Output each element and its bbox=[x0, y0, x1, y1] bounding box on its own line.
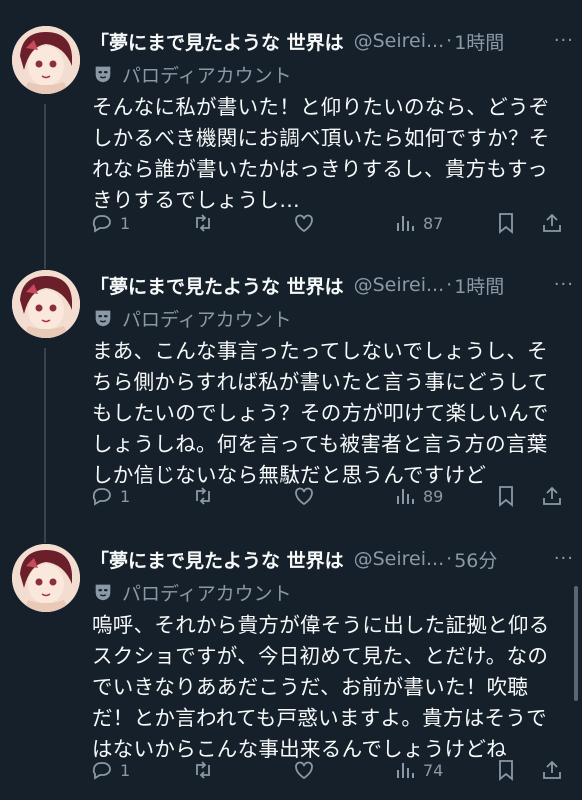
views-icon bbox=[397, 216, 414, 231]
retweet-icon bbox=[196, 761, 210, 779]
parody-label: パロディアカウント bbox=[92, 60, 292, 88]
separator: · bbox=[446, 548, 453, 570]
like-button[interactable] bbox=[292, 211, 316, 235]
view-count: 87 bbox=[423, 213, 444, 233]
bookmark-icon bbox=[499, 486, 513, 507]
retweet-icon bbox=[196, 487, 210, 505]
heart-icon bbox=[295, 214, 313, 233]
tweet-text: そんなに私が書いた！と仰りたいのなら、どうぞしかるべき機関にお調べ頂いたら如何で… bbox=[92, 95, 550, 212]
avatar[interactable] bbox=[12, 544, 80, 612]
share-icon bbox=[543, 760, 561, 779]
separator: · bbox=[446, 30, 453, 52]
tweet-text: まあ、こんな事言ったってしないでしょうし、そちら側からすれば私が書いたと言う事に… bbox=[92, 339, 549, 487]
bookmark-button[interactable] bbox=[494, 758, 518, 782]
share-button[interactable] bbox=[540, 211, 564, 235]
action-bar: 1 89 bbox=[90, 482, 568, 510]
reply-icon bbox=[92, 215, 111, 233]
parody-label: パロディアカウント bbox=[92, 578, 292, 606]
timestamp[interactable]: 1時間 bbox=[454, 28, 504, 55]
tweet-header: 「夢にまで見たような 世界は @Seirei... · 56分 bbox=[90, 544, 568, 574]
handle[interactable]: @Seirei... bbox=[354, 30, 445, 52]
view-count: 89 bbox=[423, 486, 444, 506]
bookmark-icon bbox=[499, 760, 513, 781]
tweet-text: 嗚呼、それから貴方が偉そうに出した証拠と仰るスクショですが、今日初めて見た、とだ… bbox=[92, 613, 550, 761]
bookmark-icon bbox=[499, 213, 513, 234]
action-bar: 1 87 bbox=[90, 209, 568, 237]
reply-button[interactable]: 1 bbox=[90, 484, 130, 508]
parody-label-text: パロディアカウント bbox=[122, 308, 292, 331]
share-icon bbox=[543, 486, 561, 505]
reply-icon bbox=[92, 762, 111, 780]
retweet-button[interactable] bbox=[191, 758, 215, 782]
timestamp[interactable]: 56分 bbox=[454, 546, 497, 573]
like-button[interactable] bbox=[292, 758, 316, 782]
like-button[interactable] bbox=[292, 484, 316, 508]
tweet[interactable]: 「夢にまで見たような 世界は @Seirei... · 1時間 ··· パロディ… bbox=[0, 266, 582, 526]
timestamp[interactable]: 1時間 bbox=[454, 272, 504, 299]
views-button[interactable]: 87 bbox=[393, 211, 443, 235]
tweet[interactable]: 「夢にまで見たような 世界は @Seirei... · 56分 ··· パロディ… bbox=[0, 540, 582, 800]
parody-label-text: パロディアカウント bbox=[122, 582, 292, 605]
share-button[interactable] bbox=[540, 758, 564, 782]
parody-label: パロディアカウント bbox=[92, 304, 292, 332]
retweet-icon bbox=[196, 214, 210, 232]
mask-icon bbox=[95, 584, 111, 601]
more-icon[interactable]: ··· bbox=[554, 548, 574, 569]
reply-count: 1 bbox=[120, 486, 131, 506]
reply-icon bbox=[92, 488, 111, 506]
view-count: 74 bbox=[423, 760, 444, 780]
avatar[interactable] bbox=[12, 26, 80, 94]
views-button[interactable]: 74 bbox=[393, 758, 443, 782]
reply-button[interactable]: 1 bbox=[90, 758, 130, 782]
heart-icon bbox=[295, 761, 313, 780]
bookmark-button[interactable] bbox=[494, 211, 518, 235]
views-button[interactable]: 89 bbox=[393, 484, 443, 508]
display-name[interactable]: 「夢にまで見たような 世界は bbox=[90, 28, 344, 55]
mask-icon bbox=[95, 310, 111, 327]
display-name[interactable]: 「夢にまで見たような 世界は bbox=[90, 546, 344, 573]
views-icon bbox=[397, 489, 414, 504]
separator: · bbox=[446, 274, 453, 296]
avatar[interactable] bbox=[12, 270, 80, 338]
tweet-header: 「夢にまで見たような 世界は @Seirei... · 1時間 bbox=[90, 270, 568, 300]
more-icon[interactable]: ··· bbox=[554, 30, 574, 51]
retweet-button[interactable] bbox=[191, 211, 215, 235]
mask-icon bbox=[95, 66, 111, 83]
bookmark-button[interactable] bbox=[494, 484, 518, 508]
parody-label-text: パロディアカウント bbox=[122, 64, 292, 87]
tweet-header: 「夢にまで見たような 世界は @Seirei... · 1時間 bbox=[90, 26, 568, 56]
tweet[interactable]: 「夢にまで見たような 世界は @Seirei... · 1時間 ··· パロディ… bbox=[0, 22, 582, 252]
share-button[interactable] bbox=[540, 484, 564, 508]
handle[interactable]: @Seirei... bbox=[354, 548, 445, 570]
display-name[interactable]: 「夢にまで見たような 世界は bbox=[90, 272, 344, 299]
retweet-button[interactable] bbox=[191, 484, 215, 508]
reply-count: 1 bbox=[120, 760, 131, 780]
more-icon[interactable]: ··· bbox=[554, 274, 574, 295]
action-bar: 1 74 bbox=[90, 756, 568, 784]
reply-button[interactable]: 1 bbox=[90, 211, 130, 235]
handle[interactable]: @Seirei... bbox=[354, 274, 445, 296]
views-icon bbox=[397, 763, 414, 778]
heart-icon bbox=[295, 487, 313, 506]
share-icon bbox=[543, 213, 561, 232]
scrollbar[interactable] bbox=[574, 586, 578, 701]
reply-count: 1 bbox=[120, 213, 131, 233]
